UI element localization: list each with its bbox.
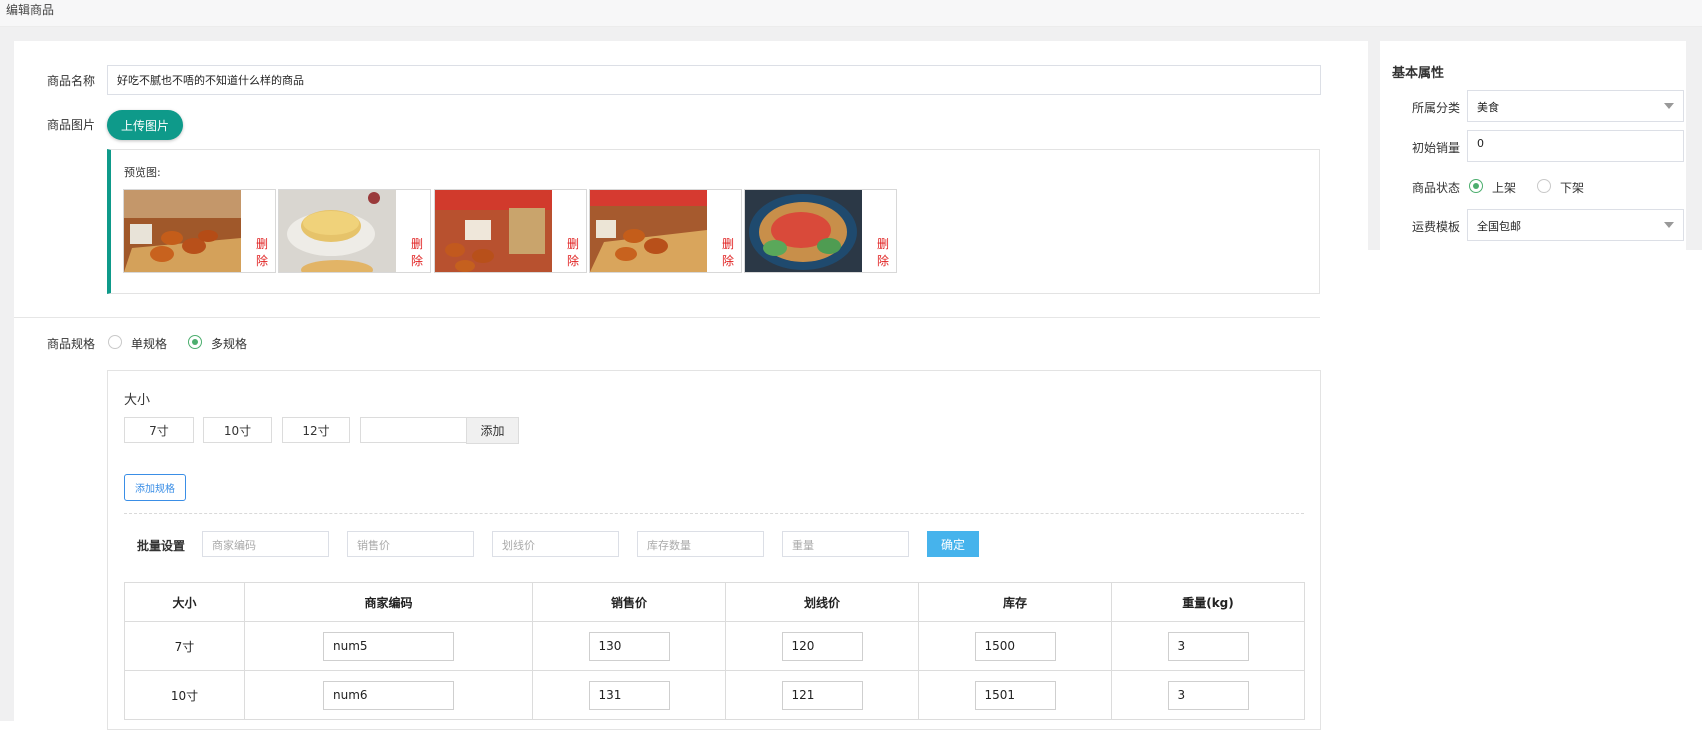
price-input[interactable]: 130 — [588, 631, 670, 661]
preview-thumb: 删除 — [278, 189, 431, 273]
size-cell: 7寸 — [124, 621, 245, 671]
column-header: 销售价 — [532, 582, 726, 622]
top-bar: 编辑商品 — [0, 0, 1702, 27]
page-title: 编辑商品 — [6, 3, 55, 17]
batch-label: 批量设置 — [137, 539, 186, 553]
code-input[interactable]: num5 — [323, 631, 454, 661]
table-row: 10寸 num6 131 121 1501 3 — [124, 670, 1305, 720]
product-name-input[interactable]: 好吃不腻也不唔的不知道什么样的商品 — [107, 65, 1321, 95]
chevron-down-icon — [1664, 222, 1674, 228]
preview-title: 预览图: — [124, 166, 161, 179]
shipping-template-select[interactable]: 全国包邮 — [1467, 209, 1684, 241]
delete-image-button[interactable]: 删除 — [410, 236, 424, 270]
column-header: 重量(kg) — [1111, 582, 1305, 622]
dashed-divider — [124, 513, 1304, 514]
new-spec-value-input[interactable] — [360, 417, 467, 443]
column-header: 库存 — [918, 582, 1112, 622]
product-image-4 — [590, 190, 707, 272]
single-spec-radio[interactable] — [108, 335, 122, 349]
side-panel-title: 基本属性 — [1392, 66, 1445, 81]
table-row: 7寸 num5 130 120 1500 3 — [124, 621, 1305, 671]
code-input[interactable]: num6 — [323, 680, 454, 710]
name-label: 商品名称 — [47, 74, 96, 88]
multi-spec-radio[interactable] — [188, 335, 202, 349]
spec-value-tag[interactable]: 10寸 — [203, 417, 272, 443]
spec-label: 商品规格 — [47, 337, 96, 351]
shipping-label: 运费模板 — [1412, 220, 1461, 234]
preview-thumb: 删除 — [434, 189, 587, 273]
delete-image-button[interactable]: 删除 — [566, 236, 580, 270]
chevron-down-icon — [1664, 103, 1674, 109]
product-image-2 — [279, 190, 396, 272]
status-on-label: 上架 — [1492, 181, 1517, 195]
status-off-label: 下架 — [1560, 181, 1585, 195]
batch-weight-input[interactable]: 重量 — [782, 531, 909, 557]
price-input[interactable]: 131 — [588, 680, 670, 710]
sku-table: 大小 商家编码 销售价 划线价 库存 重量(kg) 7寸 num5 130 12… — [124, 582, 1305, 720]
preview-thumb: 删除 — [589, 189, 742, 273]
category-value: 美食 — [1477, 101, 1499, 114]
column-header: 大小 — [124, 582, 245, 622]
background-band — [0, 27, 1702, 41]
size-cell: 10寸 — [124, 670, 245, 720]
spec-value-tag[interactable]: 7寸 — [124, 417, 194, 443]
category-select[interactable]: 美食 — [1467, 90, 1684, 122]
column-header: 划线价 — [725, 582, 919, 622]
upload-image-button[interactable]: 上传图片 — [107, 110, 183, 140]
add-spec-value-button[interactable]: 添加 — [466, 417, 519, 444]
delete-image-button[interactable]: 删除 — [876, 236, 890, 270]
batch-code-input[interactable]: 商家编码 — [202, 531, 329, 557]
weight-input[interactable]: 3 — [1167, 631, 1249, 661]
image-label: 商品图片 — [47, 118, 96, 132]
status-off-radio[interactable] — [1537, 179, 1551, 193]
shipping-value: 全国包邮 — [1477, 220, 1521, 233]
side-below — [1368, 250, 1702, 721]
multi-spec-label: 多规格 — [211, 337, 248, 351]
delete-image-button[interactable]: 删除 — [255, 236, 269, 270]
weight-input[interactable]: 3 — [1167, 680, 1249, 710]
batch-confirm-button[interactable]: 确定 — [927, 531, 979, 557]
status-on-radio[interactable] — [1469, 179, 1483, 193]
section-divider — [14, 317, 1320, 318]
spec-value-tag[interactable]: 12寸 — [282, 417, 350, 443]
single-spec-label: 单规格 — [131, 337, 168, 351]
product-image-3 — [435, 190, 552, 272]
preview-thumb: 删除 — [123, 189, 276, 273]
right-edge — [1686, 41, 1702, 250]
table-header-row: 大小 商家编码 销售价 划线价 库存 重量(kg) — [124, 582, 1305, 622]
add-spec-button[interactable]: 添加规格 — [124, 474, 186, 501]
status-label: 商品状态 — [1412, 181, 1461, 195]
left-gutter — [0, 41, 14, 721]
category-label: 所属分类 — [1412, 101, 1461, 115]
product-image-5 — [745, 190, 862, 272]
delete-image-button[interactable]: 删除 — [721, 236, 735, 270]
column-header: 商家编码 — [244, 582, 533, 622]
stock-input[interactable]: 1501 — [974, 680, 1056, 710]
stock-input[interactable]: 1500 — [974, 631, 1056, 661]
list-price-input[interactable]: 120 — [781, 631, 863, 661]
spec-group-name: 大小 — [124, 393, 151, 408]
batch-list-price-input[interactable]: 划线价 — [492, 531, 619, 557]
product-image-1 — [124, 190, 241, 272]
batch-price-input[interactable]: 销售价 — [347, 531, 474, 557]
list-price-input[interactable]: 121 — [781, 680, 863, 710]
initial-sales-input[interactable]: 0 — [1467, 130, 1684, 162]
preview-thumb: 删除 — [744, 189, 897, 273]
initial-sales-label: 初始销量 — [1412, 141, 1461, 155]
batch-stock-input[interactable]: 库存数量 — [637, 531, 764, 557]
